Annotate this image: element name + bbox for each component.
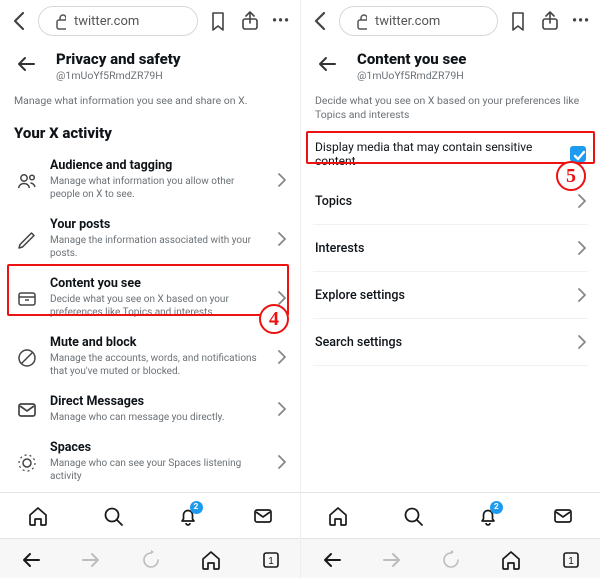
tab-notifications[interactable]: 2 bbox=[476, 504, 500, 528]
row-interests[interactable]: Interests bbox=[313, 225, 588, 272]
row-explore-settings[interactable]: Explore settings bbox=[313, 272, 588, 319]
chevron-right-icon bbox=[570, 190, 586, 212]
page-title: Content you see bbox=[357, 50, 466, 68]
browser-chrome: twitter.com ••• bbox=[301, 0, 600, 42]
chevron-right-icon bbox=[570, 284, 586, 306]
chevron-right-icon bbox=[270, 228, 286, 250]
tab-notifications[interactable]: 2 bbox=[176, 504, 200, 528]
browser-chrome: twitter.com ••• bbox=[0, 0, 300, 42]
bookmark-button[interactable] bbox=[204, 8, 230, 34]
share-button[interactable] bbox=[236, 8, 262, 34]
toolbar-home[interactable] bbox=[499, 548, 521, 570]
toolbar-back[interactable] bbox=[320, 548, 342, 570]
sensitive-content-label: Display media that may contain sensitive… bbox=[315, 140, 562, 168]
tab-home[interactable] bbox=[326, 504, 350, 528]
app-tabbar: 2 bbox=[301, 492, 600, 538]
page-description: Manage what information you see and shar… bbox=[12, 90, 288, 118]
page-handle: @1mUoYf5RmdZR79H bbox=[357, 69, 466, 82]
tab-search[interactable] bbox=[401, 504, 425, 528]
chevron-right-icon bbox=[570, 331, 586, 353]
toolbar-home[interactable] bbox=[199, 548, 221, 570]
browser-back-button[interactable] bbox=[6, 8, 32, 34]
address-bar[interactable]: twitter.com bbox=[38, 6, 198, 36]
page-content: Content you see @1mUoYf5RmdZR79H Decide … bbox=[301, 42, 600, 492]
row-your-posts[interactable]: Your postsManage the information associa… bbox=[12, 209, 288, 268]
toolbar-tabs[interactable] bbox=[559, 548, 581, 570]
mail-icon bbox=[14, 398, 38, 420]
chevron-right-icon bbox=[270, 451, 286, 473]
window-icon bbox=[14, 287, 38, 309]
chevron-right-icon bbox=[570, 237, 586, 259]
menu-button[interactable]: ••• bbox=[268, 8, 294, 34]
address-bar[interactable]: twitter.com bbox=[339, 6, 498, 36]
row-audience-tagging[interactable]: Audience and taggingManage what informat… bbox=[12, 150, 288, 209]
url-text: twitter.com bbox=[375, 14, 440, 29]
chevron-right-icon bbox=[270, 287, 286, 309]
toolbar-forward bbox=[79, 548, 101, 570]
row-sensitive-content[interactable]: Display media that may contain sensitive… bbox=[313, 132, 588, 178]
lock-icon bbox=[51, 10, 66, 32]
notif-badge: 2 bbox=[190, 501, 203, 514]
spaces-icon bbox=[14, 451, 38, 473]
menu-button[interactable]: ••• bbox=[568, 8, 594, 34]
page-content: Privacy and safety @1mUoYf5RmdZR79H Mana… bbox=[0, 42, 300, 492]
row-direct-messages[interactable]: Direct MessagesManage who can message yo… bbox=[12, 386, 288, 432]
pen-icon bbox=[14, 228, 38, 250]
tab-search[interactable] bbox=[101, 504, 125, 528]
tab-home[interactable] bbox=[26, 504, 50, 528]
lock-icon bbox=[352, 10, 367, 32]
browser-toolbar bbox=[0, 538, 300, 578]
sensitive-content-checkbox[interactable] bbox=[570, 146, 586, 162]
tab-messages[interactable] bbox=[551, 504, 575, 528]
url-text: twitter.com bbox=[74, 14, 139, 29]
toolbar-back[interactable] bbox=[19, 548, 41, 570]
toolbar-reload[interactable] bbox=[139, 548, 161, 570]
row-spaces[interactable]: SpacesManage who can see your Spaces lis… bbox=[12, 432, 288, 491]
chevron-right-icon bbox=[270, 398, 286, 420]
row-content-you-see[interactable]: Content you seeDecide what you see on X … bbox=[12, 268, 288, 327]
browser-toolbar bbox=[301, 538, 600, 578]
app-tabbar: 2 bbox=[0, 492, 300, 538]
row-mute-block[interactable]: Mute and blockManage the accounts, words… bbox=[12, 327, 288, 386]
bookmark-button[interactable] bbox=[504, 8, 530, 34]
page-back-button[interactable] bbox=[315, 50, 341, 74]
people-icon bbox=[14, 169, 38, 191]
browser-back-button[interactable] bbox=[307, 8, 333, 34]
section-header: Your X activity bbox=[12, 118, 288, 150]
mute-icon bbox=[14, 346, 38, 368]
page-back-button[interactable] bbox=[14, 50, 40, 74]
share-button[interactable] bbox=[536, 8, 562, 34]
page-description: Decide what you see on X based on your p… bbox=[313, 90, 588, 132]
page-title: Privacy and safety bbox=[56, 50, 181, 68]
pane-right: twitter.com ••• Content you see @1mUoYf5… bbox=[300, 0, 600, 578]
toolbar-forward bbox=[380, 548, 402, 570]
page-handle: @1mUoYf5RmdZR79H bbox=[56, 69, 181, 82]
pane-left: twitter.com ••• Privacy and safety @1mUo… bbox=[0, 0, 300, 578]
notif-badge: 2 bbox=[490, 501, 503, 514]
chevron-right-icon bbox=[270, 169, 286, 191]
chevron-right-icon bbox=[270, 346, 286, 368]
tab-messages[interactable] bbox=[251, 504, 275, 528]
toolbar-tabs[interactable] bbox=[259, 548, 281, 570]
toolbar-reload[interactable] bbox=[439, 548, 461, 570]
row-search-settings[interactable]: Search settings bbox=[313, 319, 588, 366]
row-topics[interactable]: Topics bbox=[313, 178, 588, 225]
